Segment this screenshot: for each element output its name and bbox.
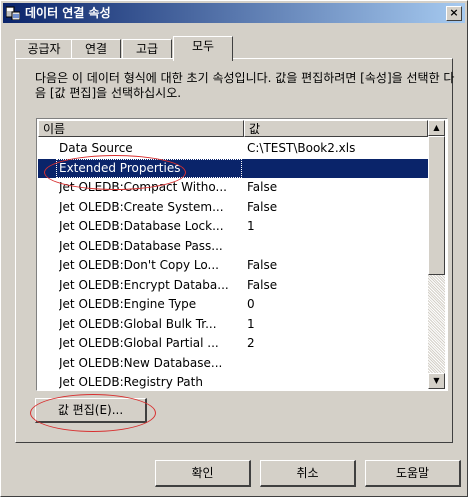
table-row[interactable]: Jet OLEDB:Global Bulk Tr... 1 (38, 315, 428, 335)
property-value: False (247, 199, 278, 214)
table-row[interactable]: Jet OLEDB:Compact Witho... False (38, 178, 428, 198)
scroll-down-icon[interactable]: ▼ (428, 373, 445, 389)
property-value: 2 (247, 336, 255, 350)
database-link-icon (6, 6, 20, 20)
tab-all[interactable]: 모두 (173, 36, 233, 61)
dialog-window: 데이터 연결 속성 × 공급자 연결 고급 모두 다음은 이 데이터 형식에 대… (0, 0, 468, 497)
property-name: Jet OLEDB:Don't Copy Lo... (59, 258, 219, 272)
property-value: False (247, 258, 278, 272)
property-name: Jet OLEDB:Engine Type (59, 297, 197, 311)
table-row[interactable]: Data Source C:\TEST\Book2.xls (38, 139, 428, 159)
column-header-name[interactable]: 이름 (38, 120, 244, 137)
property-name: Jet OLEDB:Compact Witho... (59, 180, 227, 194)
property-name: Jet OLEDB:Database Pass... (59, 238, 223, 253)
property-value: 1 (247, 219, 255, 233)
close-button[interactable]: × (446, 6, 462, 21)
property-value: False (247, 180, 278, 194)
table-row[interactable]: Jet OLEDB:Create System... False (38, 198, 428, 218)
property-name: Data Source (59, 141, 133, 155)
property-name: Jet OLEDB:Encrypt Databa... (59, 277, 229, 292)
property-name: Jet OLEDB:New Database... (59, 355, 223, 370)
property-name: Jet OLEDB:Registry Path (59, 375, 203, 389)
title-bar[interactable]: 데이터 연결 속성 × (3, 3, 465, 23)
properties-rows: Data Source C:\TEST\Book2.xls Extended Pr… (38, 139, 428, 390)
vertical-scrollbar[interactable]: ▲ ▼ (428, 120, 445, 389)
table-row-selected[interactable]: Extended Properties (38, 158, 428, 178)
table-row[interactable]: Jet OLEDB:Engine Type 0 (38, 295, 428, 315)
tab-provider[interactable]: 공급자 (15, 39, 73, 60)
table-row[interactable]: Jet OLEDB:Global Partial ... 2 (38, 334, 428, 354)
ok-button[interactable]: 확인 (155, 460, 251, 487)
property-name: Jet OLEDB:Global Partial ... (59, 336, 219, 350)
table-row[interactable]: Jet OLEDB:Encrypt Databa... False (38, 276, 428, 296)
tab-connection[interactable]: 연결 (71, 39, 121, 60)
table-row[interactable]: Jet OLEDB:Don't Copy Lo... False (38, 256, 428, 276)
property-name: Jet OLEDB:Global Bulk Tr... (59, 316, 217, 331)
property-value: C:\TEST\Book2.xls (247, 141, 356, 155)
edit-value-button[interactable]: 값 편집(E)... (35, 398, 147, 423)
description-text: 다음은 이 데이터 형식에 대한 초기 속성입니다. 값을 편집하려면 [속성]… (35, 71, 455, 100)
table-row[interactable]: Jet OLEDB:Database Lock... 1 (38, 217, 428, 237)
scroll-up-icon[interactable]: ▲ (428, 120, 445, 136)
property-value: 1 (247, 316, 255, 331)
column-header-value[interactable]: 값 (244, 120, 428, 137)
window-title: 데이터 연결 속성 (25, 6, 111, 20)
help-button[interactable]: 도움말 (365, 460, 461, 487)
table-row[interactable]: Jet OLEDB:New Database... (38, 354, 428, 374)
cancel-button[interactable]: 취소 (260, 460, 356, 487)
property-value: 0 (247, 297, 255, 311)
table-row[interactable]: Jet OLEDB:Database Pass... (38, 237, 428, 257)
property-value: False (247, 277, 278, 292)
scroll-thumb[interactable] (428, 136, 445, 275)
tab-advanced[interactable]: 고급 (122, 39, 172, 60)
properties-list[interactable]: 이름 값 Data Source C:\TEST\Book2.xls Extend… (36, 118, 448, 391)
property-name: Jet OLEDB:Database Lock... (59, 219, 224, 233)
property-name: Jet OLEDB:Create System... (59, 199, 224, 214)
property-name: Extended Properties (56, 158, 242, 178)
table-row[interactable]: Jet OLEDB:Registry Path (38, 373, 428, 390)
